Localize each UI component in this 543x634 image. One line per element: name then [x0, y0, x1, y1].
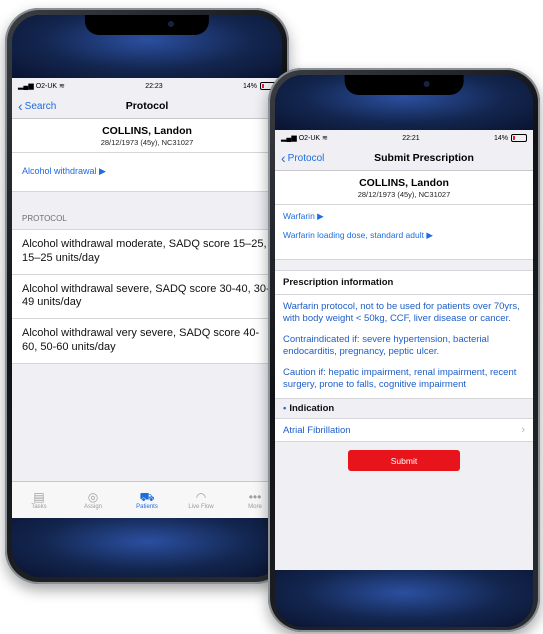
tab-label: Live Flow [188, 504, 214, 510]
signal-icon: ▂▄▆ [18, 83, 34, 90]
nav-bar: ‹ Protocol Submit Prescription [275, 146, 533, 171]
chevron-right-icon: › [521, 424, 525, 437]
info-paragraph: Contraindicated if: severe hypertension,… [283, 334, 489, 357]
protocol-item-very-severe[interactable]: Alcohol withdrawal very severe, SADQ sco… [12, 319, 282, 364]
tab-bar: ▤ Tasks ◎ Assign ⛟ Patients ◠ Live Flow ••• M… [12, 481, 282, 518]
patient-details: 28/12/1973 (45y), NC31027 [100, 138, 194, 147]
tab-label: Patients [136, 504, 158, 510]
battery-percent: 14% [493, 134, 508, 142]
patient-header: COLLINS, Landon 28/12/1973 (45y), NC3102… [275, 171, 533, 205]
assign-icon: ◎ [87, 490, 99, 504]
indication-select[interactable]: Atrial Fibrillation › [275, 418, 533, 443]
nav-bar: ‹ Search Protocol [12, 94, 282, 119]
indication-value: Atrial Fibrillation [283, 424, 351, 436]
drug-link[interactable]: Warfarin ▶ [283, 211, 525, 222]
prescription-info-body: Warfarin protocol, not to be used for pa… [275, 295, 533, 399]
chevron-left-icon: ‹ [18, 98, 23, 114]
submit-button[interactable]: Submit [348, 450, 460, 472]
status-bar: ▂▄▆ O2-UK ≋ 22:23 14% [12, 78, 282, 94]
section-header: PROTOCOL [22, 214, 67, 223]
prescription-info-header: Prescription information [275, 270, 533, 295]
tab-patients[interactable]: ⛟ Patients [120, 482, 174, 518]
patient-name: COLLINS, Landon [102, 125, 192, 137]
carrier: O2-UK [35, 83, 58, 90]
status-time: 22:23 [145, 82, 163, 90]
patient-name: COLLINS, Landon [359, 177, 449, 189]
tasks-icon: ▤ [33, 490, 45, 504]
back-button[interactable]: ‹ Protocol [281, 146, 324, 170]
chevron-left-icon: ‹ [281, 150, 286, 166]
notch [84, 15, 210, 35]
status-bar: ▂▄▆ O2-UK ≋ 22:21 14% [275, 130, 533, 146]
more-icon: ••• [248, 490, 262, 504]
tab-label: More [248, 504, 262, 510]
back-label: Protocol [287, 152, 325, 164]
left-phone: ▂▄▆ O2-UK ≋ 22:23 14% ‹ Search Protocol … [5, 8, 289, 584]
indication-header-label: Indication [289, 403, 335, 415]
battery-icon [511, 134, 527, 142]
patient-details: 28/12/1973 (45y), NC31027 [357, 190, 451, 199]
back-button[interactable]: ‹ Search [18, 94, 56, 118]
patients-bed-icon: ⛟ [139, 490, 155, 504]
info-paragraph: Caution if: hepatic impairment, renal im… [283, 367, 517, 390]
tab-label: Assign [83, 504, 102, 510]
left-phone-screen: ▂▄▆ O2-UK ≋ 22:23 14% ‹ Search Protocol … [12, 15, 282, 577]
required-dot-icon: • [283, 403, 287, 415]
tab-live-flow[interactable]: ◠ Live Flow [174, 482, 228, 518]
info-paragraph: Warfarin protocol, not to be used for pa… [283, 301, 520, 324]
tab-label: Tasks [31, 504, 47, 510]
live-flow-icon: ◠ [195, 490, 207, 504]
back-label: Search [24, 100, 57, 112]
wifi-icon: ≋ [59, 83, 65, 90]
tab-tasks[interactable]: ▤ Tasks [12, 482, 66, 518]
patient-header: COLLINS, Landon 28/12/1973 (45y), NC3102… [12, 119, 282, 153]
right-phone: ▂▄▆ O2-UK ≋ 22:21 14% ‹ Protocol Submit … [268, 68, 540, 632]
page-title: Submit Prescription [374, 152, 474, 164]
protocol-item-moderate[interactable]: Alcohol withdrawal moderate, SADQ score … [12, 230, 282, 275]
status-time: 22:21 [402, 134, 420, 142]
page-title: Protocol [125, 100, 169, 112]
right-phone-screen: ▂▄▆ O2-UK ≋ 22:21 14% ‹ Protocol Submit … [275, 75, 533, 627]
indication-header: • Indication [275, 398, 533, 419]
notch [344, 75, 464, 95]
protocol-item-severe[interactable]: Alcohol withdrawal severe, SADQ score 30… [12, 274, 282, 319]
battery-percent: 14% [242, 82, 257, 90]
tab-assign[interactable]: ◎ Assign [66, 482, 120, 518]
condition-link[interactable]: Alcohol withdrawal ▶ [22, 166, 106, 176]
dose-link[interactable]: Warfarin loading dose, standard adult ▶ [283, 230, 525, 241]
wifi-icon: ≋ [322, 135, 328, 142]
signal-icon: ▂▄▆ [281, 135, 297, 142]
carrier: O2-UK [298, 135, 321, 142]
